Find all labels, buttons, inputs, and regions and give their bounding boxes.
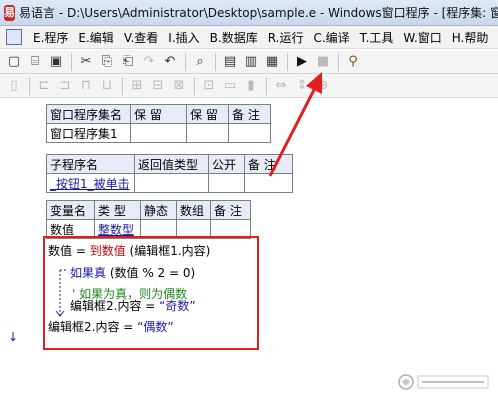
align-2-icon[interactable]: ⊐: [55, 76, 75, 96]
subroutine-table: 子程序名 返回值类型 公开 备 注 _按钮1_被单击: [46, 154, 293, 193]
table-header: 返回值类型: [134, 154, 209, 174]
toolbar-separator: [194, 76, 195, 95]
table-header: 数组: [176, 200, 211, 220]
table-header: 备 注: [228, 104, 271, 124]
copy-icon[interactable]: ⎘: [97, 52, 117, 72]
toolbar-separator: [215, 52, 216, 71]
align-5-icon[interactable]: ⊞: [127, 76, 147, 96]
align-7-icon[interactable]: ⊠: [169, 76, 189, 96]
menu-tools[interactable]: T.工具: [355, 29, 399, 46]
table-header: 静态: [140, 200, 177, 220]
menu-window[interactable]: W.窗口: [398, 29, 446, 46]
table-cell[interactable]: [186, 123, 229, 143]
toolbar-separator: [338, 52, 339, 71]
menu-view[interactable]: V.查看: [119, 29, 163, 46]
cut-icon[interactable]: ✂: [76, 52, 96, 72]
table-cell[interactable]: [228, 123, 271, 143]
binoculars-icon[interactable]: ⚲: [343, 52, 363, 72]
space-h-icon[interactable]: ⇔: [271, 76, 291, 96]
toolbar-separator: [266, 76, 267, 95]
program-menu-icon[interactable]: [6, 29, 22, 45]
assembly-table: 窗口程序集名 保 留 保 留 备 注 窗口程序集1: [46, 104, 271, 143]
find-icon[interactable]: ⌕: [190, 52, 210, 72]
center-icon[interactable]: ⊕: [313, 76, 333, 96]
watermark-logo: [398, 374, 489, 390]
table-cell[interactable]: [134, 173, 209, 193]
menu-run[interactable]: R.运行: [263, 29, 309, 46]
layout2-icon[interactable]: ▥: [241, 52, 261, 72]
align-6-icon[interactable]: ⊟: [148, 76, 168, 96]
table-header: 变量名: [46, 200, 95, 220]
toolbar-separator: [185, 52, 186, 71]
layout3-icon[interactable]: ▦: [262, 52, 282, 72]
menu-bar: E.程序 E.编辑 V.查看 I.插入 B.数据库 R.运行 C.编译 T.工具…: [0, 26, 498, 49]
align-1-icon[interactable]: ⊏: [34, 76, 54, 96]
table-header: 备 注: [210, 200, 251, 220]
table-header: 子程序名: [46, 154, 135, 174]
align-left-icon[interactable]: ▯: [4, 76, 24, 96]
app-logo-icon: 易: [4, 4, 15, 21]
toolbar-separator: [29, 76, 30, 95]
breakpoint-marker: ↓: [8, 330, 19, 344]
menu-edit[interactable]: E.编辑: [73, 29, 118, 46]
toolbar-separator: [287, 52, 288, 71]
align-4-icon[interactable]: ⊔: [97, 76, 117, 96]
highlight-box: [43, 236, 259, 350]
align-10-icon[interactable]: ▮: [241, 76, 261, 96]
title-bar: 易 易语言 - D:\Users\Administrator\Desktop\s…: [0, 0, 498, 26]
subroutine-name-cell[interactable]: _按钮1_被单击: [46, 173, 135, 193]
layout1-icon[interactable]: ▤: [220, 52, 240, 72]
space-v-icon[interactable]: ⇕: [292, 76, 312, 96]
new-file-icon[interactable]: ▢: [4, 52, 24, 72]
table-cell[interactable]: [130, 123, 187, 143]
table-header: 保 留: [130, 104, 187, 124]
variable-table: 变量名 类 型 静态 数组 备 注 数值 整数型: [46, 200, 251, 239]
table-header: 窗口程序集名: [46, 104, 131, 124]
alignment-toolbar: ▯ ⊏ ⊐ ⊓ ⊔ ⊞ ⊟ ⊠ ⊡ ▭ ▮ ⇔ ⇕ ⊕: [0, 74, 498, 98]
assembly-name-cell[interactable]: 窗口程序集1: [46, 123, 131, 143]
table-header: 类 型: [94, 200, 141, 220]
table-header: 备 注: [244, 154, 293, 174]
menu-program[interactable]: E.程序: [28, 29, 73, 46]
menu-database[interactable]: B.数据库: [205, 29, 263, 46]
run-icon[interactable]: ▶: [292, 52, 312, 72]
menu-help[interactable]: H.帮助: [447, 29, 494, 46]
standard-toolbar: ▢ ⌸ ▣ ✂ ⎘ ⎗ ↷ ↶ ⌕ ▤ ▥ ▦ ▶ ■ ⚲: [0, 50, 498, 74]
menu-insert[interactable]: I.插入: [163, 29, 204, 46]
stop-icon[interactable]: ■: [313, 52, 333, 72]
toolbar-separator: [122, 76, 123, 95]
align-3-icon[interactable]: ⊓: [76, 76, 96, 96]
align-8-icon[interactable]: ⊡: [199, 76, 219, 96]
paste-icon[interactable]: ⎗: [118, 52, 138, 72]
redo-icon[interactable]: ↷: [139, 52, 159, 72]
undo-icon[interactable]: ↶: [160, 52, 180, 72]
align-9-icon[interactable]: ▭: [220, 76, 240, 96]
table-header: 公开: [208, 154, 245, 174]
open-folder-icon[interactable]: ⌸: [25, 52, 45, 72]
table-cell[interactable]: [244, 173, 293, 193]
menu-compile[interactable]: C.编译: [308, 29, 354, 46]
table-header: 保 留: [186, 104, 229, 124]
save-icon[interactable]: ▣: [46, 52, 66, 72]
window-title: 易语言 - D:\Users\Administrator\Desktop\sam…: [19, 6, 498, 20]
table-cell[interactable]: [208, 173, 245, 193]
toolbar-separator: [71, 52, 72, 71]
